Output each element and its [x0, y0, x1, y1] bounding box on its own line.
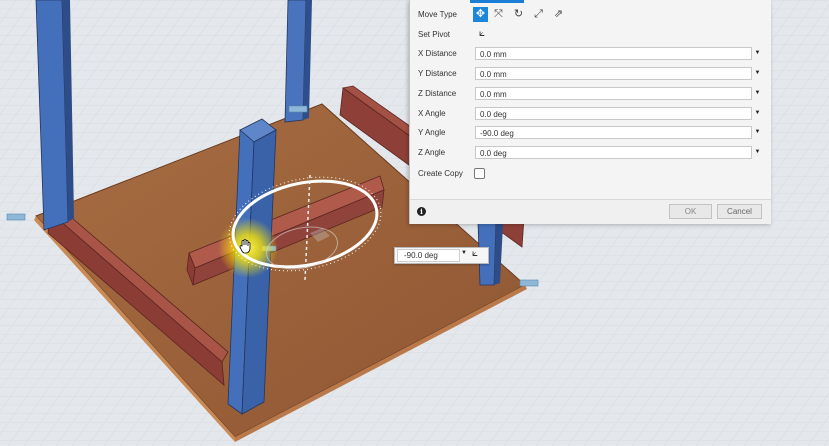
z-distance-label: Z Distance [418, 89, 457, 98]
panel-accent-tab [470, 0, 524, 3]
z-distance-row: Z Distance 0.0 mm ▼ [410, 87, 771, 101]
leg-back-left [284, 0, 312, 123]
create-copy-label: Create Copy [418, 169, 463, 178]
set-pivot-row: Set Pivot ⟀ [410, 28, 771, 42]
chevron-down-icon[interactable]: ▼ [753, 128, 762, 137]
y-angle-input[interactable]: -90.0 deg [475, 126, 752, 139]
move-type-label: Move Type [418, 10, 457, 19]
x-angle-input[interactable]: 0.0 deg [475, 107, 752, 120]
y-distance-label: Y Distance [418, 69, 457, 78]
cancel-button[interactable]: Cancel [717, 204, 762, 219]
chevron-down-icon[interactable]: ▼ [753, 49, 762, 58]
z-angle-input[interactable]: 0.0 deg [475, 146, 752, 159]
move-dialog: Move Type ✥ ⤧ ↻ ⤢ ⇗ Set Pivot ⟀ X Distan… [409, 0, 771, 224]
point-to-point-icon[interactable]: ⤢ [531, 7, 546, 22]
angle-input-widget[interactable]: -90.0 deg ▼ ⟀ [394, 247, 489, 264]
move-type-row: Move Type ✥ ⤧ ↻ ⤢ ⇗ [410, 7, 771, 22]
x-distance-row: X Distance 0.0 mm ▼ [410, 47, 771, 61]
y-distance-input[interactable]: 0.0 mm [475, 67, 752, 80]
chevron-down-icon[interactable]: ▼ [461, 250, 467, 256]
x-angle-value: 0.0 deg [480, 110, 507, 119]
y-angle-label: Y Angle [418, 128, 446, 137]
dialog-footer: i OK Cancel [410, 199, 771, 224]
y-distance-row: Y Distance 0.0 mm ▼ [410, 67, 771, 81]
free-move-icon[interactable]: ✥ [473, 7, 488, 22]
z-angle-label: Z Angle [418, 148, 446, 157]
chevron-down-icon[interactable]: ▼ [753, 89, 762, 98]
y-distance-value: 0.0 mm [480, 70, 507, 79]
z-distance-value: 0.0 mm [480, 90, 507, 99]
y-angle-row: Y Angle -90.0 deg ▼ [410, 126, 771, 140]
set-pivot-label: Set Pivot [418, 30, 451, 39]
info-icon[interactable]: i [417, 207, 426, 216]
angle-value-field[interactable]: -90.0 deg [397, 249, 460, 262]
x-angle-row: X Angle 0.0 deg ▼ [410, 107, 771, 121]
create-copy-row: Create Copy [410, 167, 771, 181]
x-angle-label: X Angle [418, 109, 446, 118]
set-pivot-icon[interactable]: ⟀ [472, 248, 478, 259]
ok-button[interactable]: OK [669, 204, 712, 219]
create-copy-checkbox[interactable] [474, 168, 485, 179]
z-distance-input[interactable]: 0.0 mm [475, 87, 752, 100]
x-distance-value: 0.0 mm [480, 50, 507, 59]
chevron-down-icon[interactable]: ▼ [753, 148, 762, 157]
chevron-down-icon[interactable]: ▼ [753, 109, 762, 118]
rotate-icon[interactable]: ↻ [511, 7, 526, 22]
translate-icon[interactable]: ⤧ [491, 7, 506, 22]
x-distance-label: X Distance [418, 49, 457, 58]
y-angle-value: -90.0 deg [480, 129, 514, 138]
set-pivot-icon[interactable]: ⟀ [475, 27, 489, 41]
chevron-down-icon[interactable]: ▼ [753, 69, 762, 78]
z-angle-row: Z Angle 0.0 deg ▼ [410, 146, 771, 160]
z-angle-value: 0.0 deg [480, 149, 507, 158]
point-to-position-icon[interactable]: ⇗ [551, 7, 566, 22]
x-distance-input[interactable]: 0.0 mm [475, 47, 752, 60]
